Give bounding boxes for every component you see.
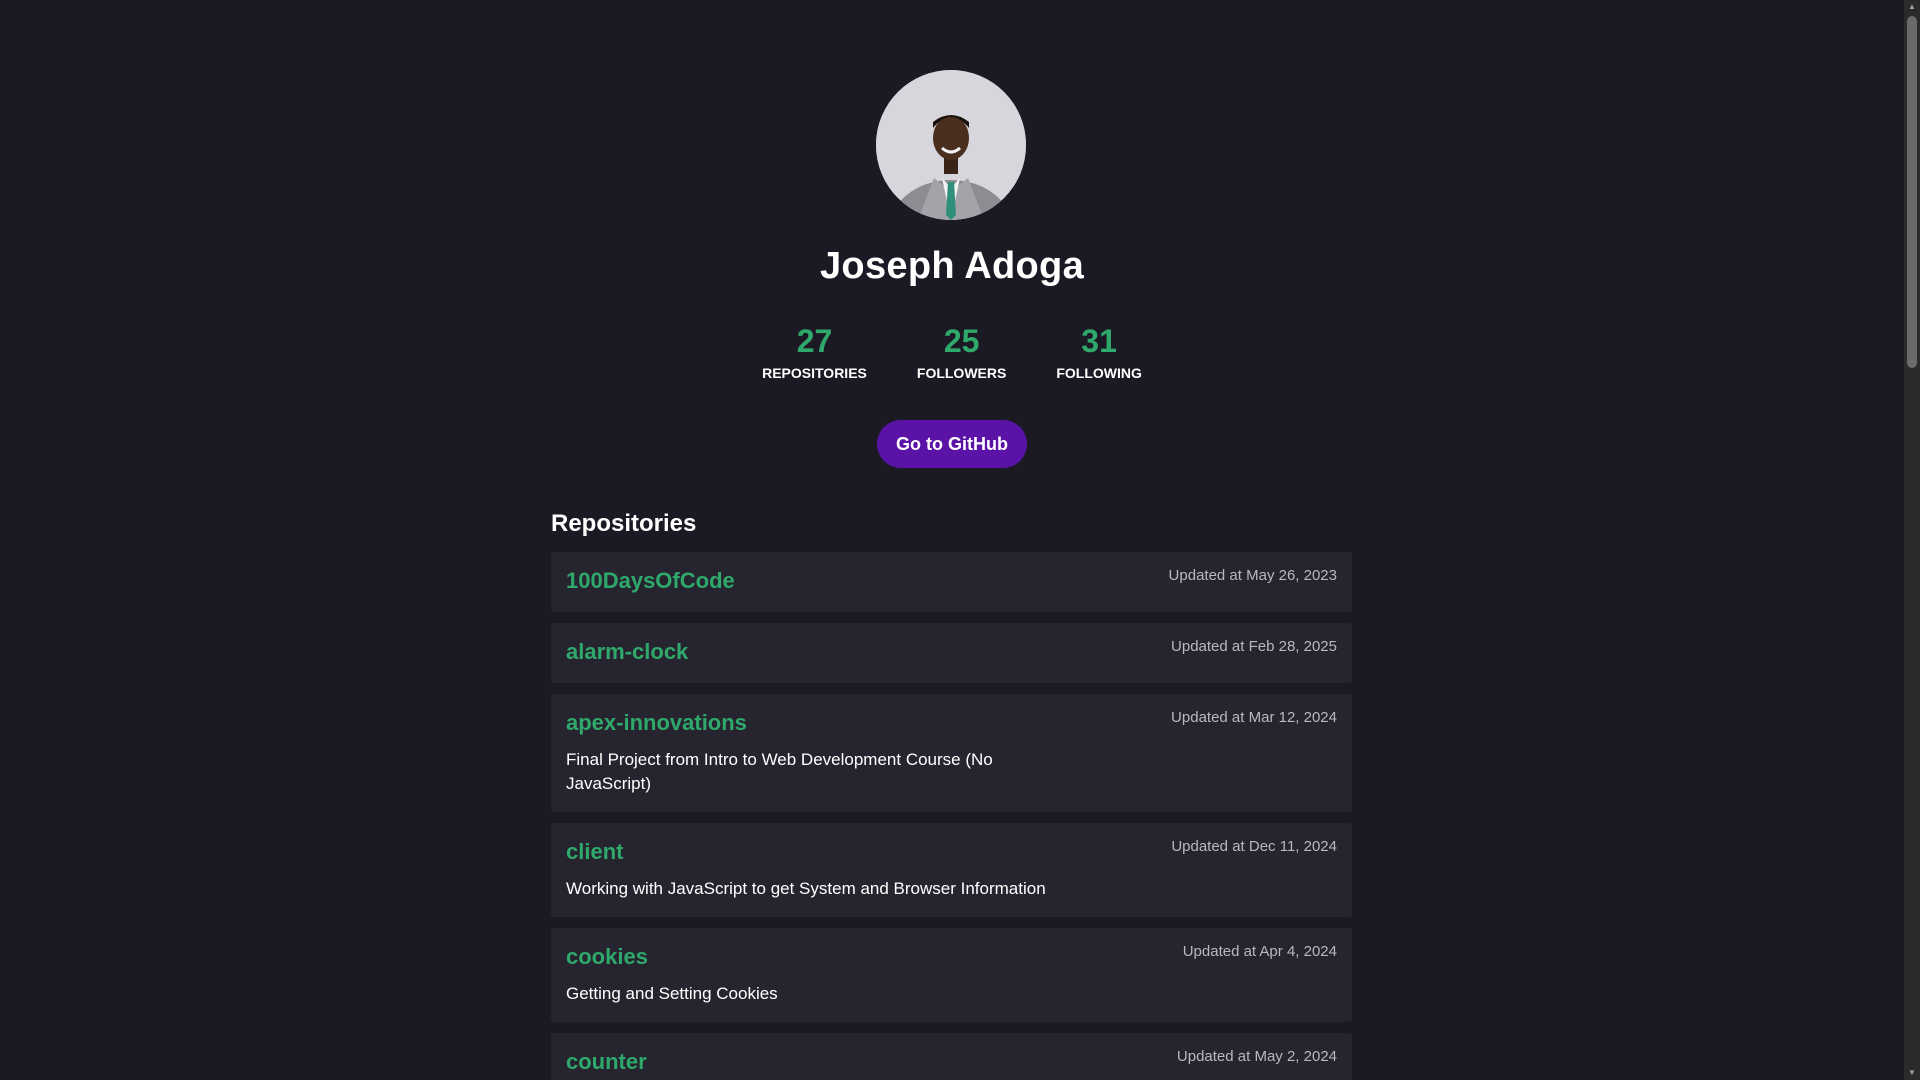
- repo-updated-date: Updated at Apr 4, 2024: [1182, 943, 1337, 960]
- page: Joseph Adoga 27 REPOSITORIES 25 FOLLOWER…: [0, 0, 1904, 1080]
- repo-updated-date: Updated at Dec 11, 2024: [1171, 838, 1337, 855]
- stat-following: 31 FOLLOWING: [1056, 320, 1142, 383]
- stat-value: 25: [943, 323, 980, 359]
- profile-stats: 27 REPOSITORIES 25 FOLLOWERS 31 FOLLOWIN…: [0, 320, 1904, 383]
- repo-card: alarm-clock Updated at Feb 28, 2025: [551, 623, 1352, 683]
- repositories-section: Repositories 100DaysOfCode Updated at Ma…: [551, 506, 1352, 1080]
- profile-name: Joseph Adoga: [820, 245, 1084, 287]
- repositories-heading: Repositories: [551, 510, 697, 537]
- repo-description: Working with JavaScript to get System an…: [566, 879, 1046, 898]
- avatar: [876, 70, 1026, 220]
- repo-updated-date: Updated at Feb 28, 2025: [1171, 638, 1337, 655]
- stat-value: 31: [1081, 323, 1117, 359]
- repo-card: apex-innovations Updated at Mar 12, 2024…: [551, 694, 1352, 812]
- repo-card: 100DaysOfCode Updated at May 26, 2023: [551, 552, 1352, 612]
- stat-label: FOLLOWING: [1056, 365, 1142, 381]
- vertical-scrollbar[interactable]: ▲ ▼: [1904, 0, 1920, 1080]
- repo-updated-date: Updated at Mar 12, 2024: [1171, 709, 1337, 726]
- stat-followers: 25 FOLLOWERS: [917, 320, 1006, 383]
- scroll-down-arrow-icon[interactable]: ▼: [1904, 1066, 1920, 1080]
- repo-card: counter Updated at May 2, 2024: [551, 1033, 1352, 1080]
- repo-description: Final Project from Intro to Web Developm…: [566, 750, 993, 793]
- stat-label: REPOSITORIES: [762, 365, 867, 381]
- repo-description: Getting and Setting Cookies: [566, 984, 778, 1003]
- scrollbar-thumb[interactable]: [1907, 16, 1917, 368]
- repo-updated-date: Updated at May 2, 2024: [1176, 1048, 1337, 1065]
- stat-repositories: 27 REPOSITORIES: [762, 320, 867, 383]
- stat-value: 27: [796, 323, 833, 359]
- repo-updated-date: Updated at May 26, 2023: [1168, 567, 1337, 584]
- stat-label: FOLLOWERS: [916, 365, 1007, 381]
- scroll-up-arrow-icon[interactable]: ▲: [1904, 0, 1920, 14]
- go-to-github-button[interactable]: Go to GitHub: [877, 420, 1027, 468]
- repo-card: cookies Updated at Apr 4, 2024 Getting a…: [551, 928, 1352, 1022]
- repo-card: client Updated at Dec 11, 2024 Working w…: [551, 823, 1352, 917]
